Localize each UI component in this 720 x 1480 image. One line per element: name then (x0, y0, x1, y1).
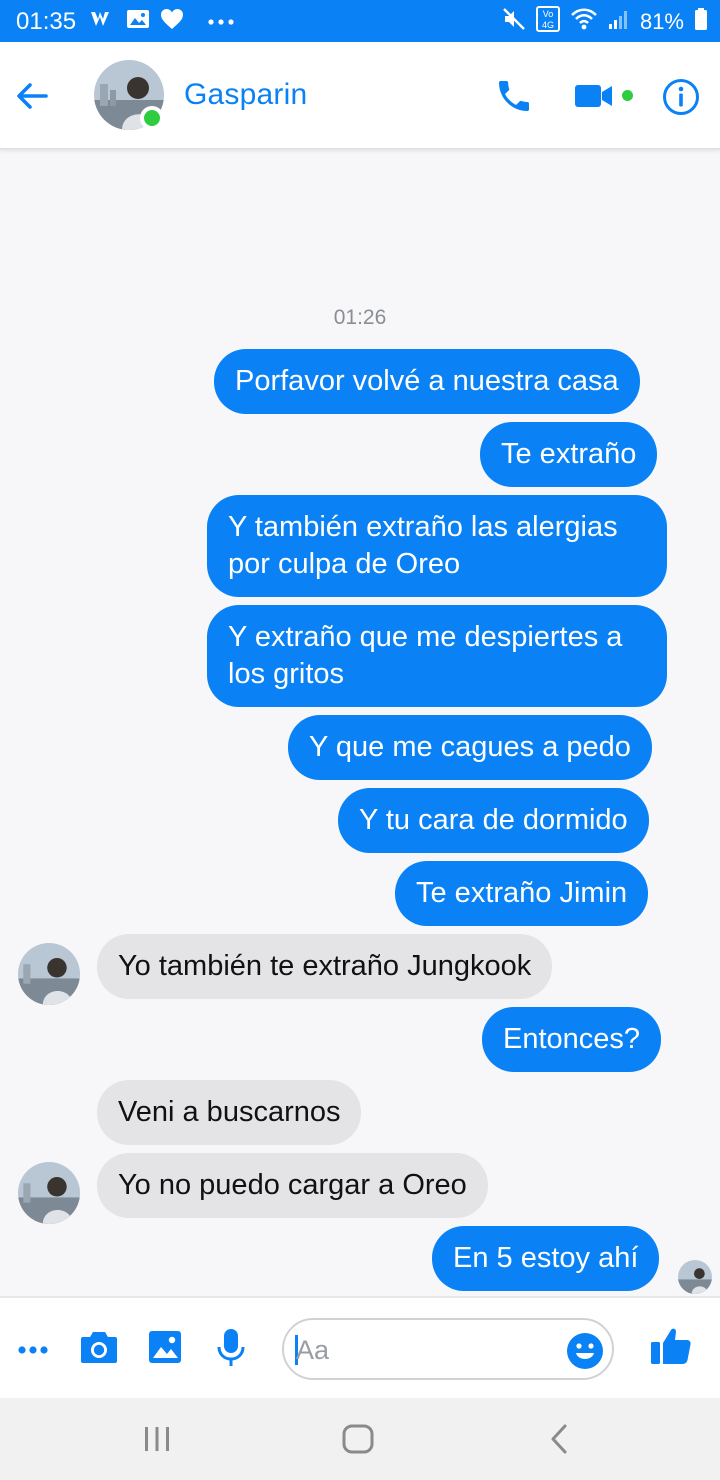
svg-text:4G: 4G (542, 20, 554, 30)
chat-header: Gasparin (0, 42, 720, 150)
svg-text:Vo: Vo (543, 9, 554, 19)
message-bubble-outgoing[interactable]: Te extraño Jimin (395, 861, 649, 926)
online-status-dot (140, 106, 164, 130)
back-arrow-icon[interactable] (12, 76, 52, 116)
gallery-icon (126, 8, 150, 35)
info-icon[interactable] (662, 78, 700, 116)
message-input[interactable] (296, 1334, 556, 1366)
system-nav-bar (0, 1398, 720, 1480)
seen-receipt-avatar (678, 1260, 712, 1294)
video-camera-icon[interactable] (574, 78, 614, 114)
image-icon[interactable] (148, 1330, 182, 1369)
phone-icon[interactable] (494, 76, 534, 116)
battery-icon (694, 7, 708, 36)
recents-icon[interactable] (142, 1426, 172, 1457)
message-bubble-outgoing[interactable]: Entonces? (482, 1007, 662, 1072)
battery-percent: 81% (639, 8, 684, 34)
message-input-box[interactable] (282, 1318, 614, 1380)
message-bubble-outgoing[interactable]: Y también extraño las alergias por culpa… (207, 495, 667, 597)
message-bubble-outgoing[interactable]: Porfavor volvé a nuestra casa (214, 349, 640, 414)
signal-icon (608, 8, 630, 35)
message-bubble-outgoing[interactable]: Y extraño que me despiertes a los gritos (207, 605, 667, 707)
wattpad-icon (90, 9, 116, 34)
home-icon[interactable] (342, 1424, 374, 1459)
more-options-icon[interactable] (18, 1342, 48, 1360)
message-bubble-outgoing[interactable]: En 5 estoy ahí (432, 1226, 660, 1291)
message-bubble-outgoing[interactable]: Y tu cara de dormido (338, 788, 649, 853)
message-bubble-incoming[interactable]: Yo también te extraño Jungkook (97, 934, 553, 999)
mute-icon (502, 7, 526, 36)
message-bubble-outgoing[interactable]: Te extraño (480, 422, 658, 487)
message-composer (0, 1296, 720, 1398)
contact-avatar-button[interactable] (94, 60, 166, 132)
message-bubble-outgoing[interactable]: Y que me cagues a pedo (288, 715, 652, 780)
camera-icon[interactable] (80, 1330, 118, 1369)
contact-name[interactable]: Gasparin (184, 78, 307, 112)
sender-avatar[interactable] (18, 1162, 80, 1224)
video-active-dot (622, 90, 633, 101)
message-bubble-incoming[interactable]: Veni a buscarnos (97, 1080, 362, 1145)
emoji-icon[interactable] (566, 1332, 604, 1370)
more-icon (208, 13, 234, 31)
message-bubble-incoming[interactable]: Yo no puedo cargar a Oreo (97, 1153, 488, 1218)
heart-icon (160, 8, 184, 35)
microphone-icon[interactable] (216, 1328, 246, 1373)
status-bar: 01:35 Vo 4G 81% (0, 0, 720, 42)
message-timestamp: 01:26 (333, 306, 387, 329)
back-nav-icon[interactable] (548, 1424, 570, 1459)
volte-icon: Vo 4G (535, 6, 560, 37)
sender-avatar[interactable] (18, 943, 80, 1005)
wifi-icon (570, 7, 598, 36)
thumbs-up-icon[interactable] (650, 1326, 692, 1371)
status-time: 01:35 (16, 8, 77, 35)
